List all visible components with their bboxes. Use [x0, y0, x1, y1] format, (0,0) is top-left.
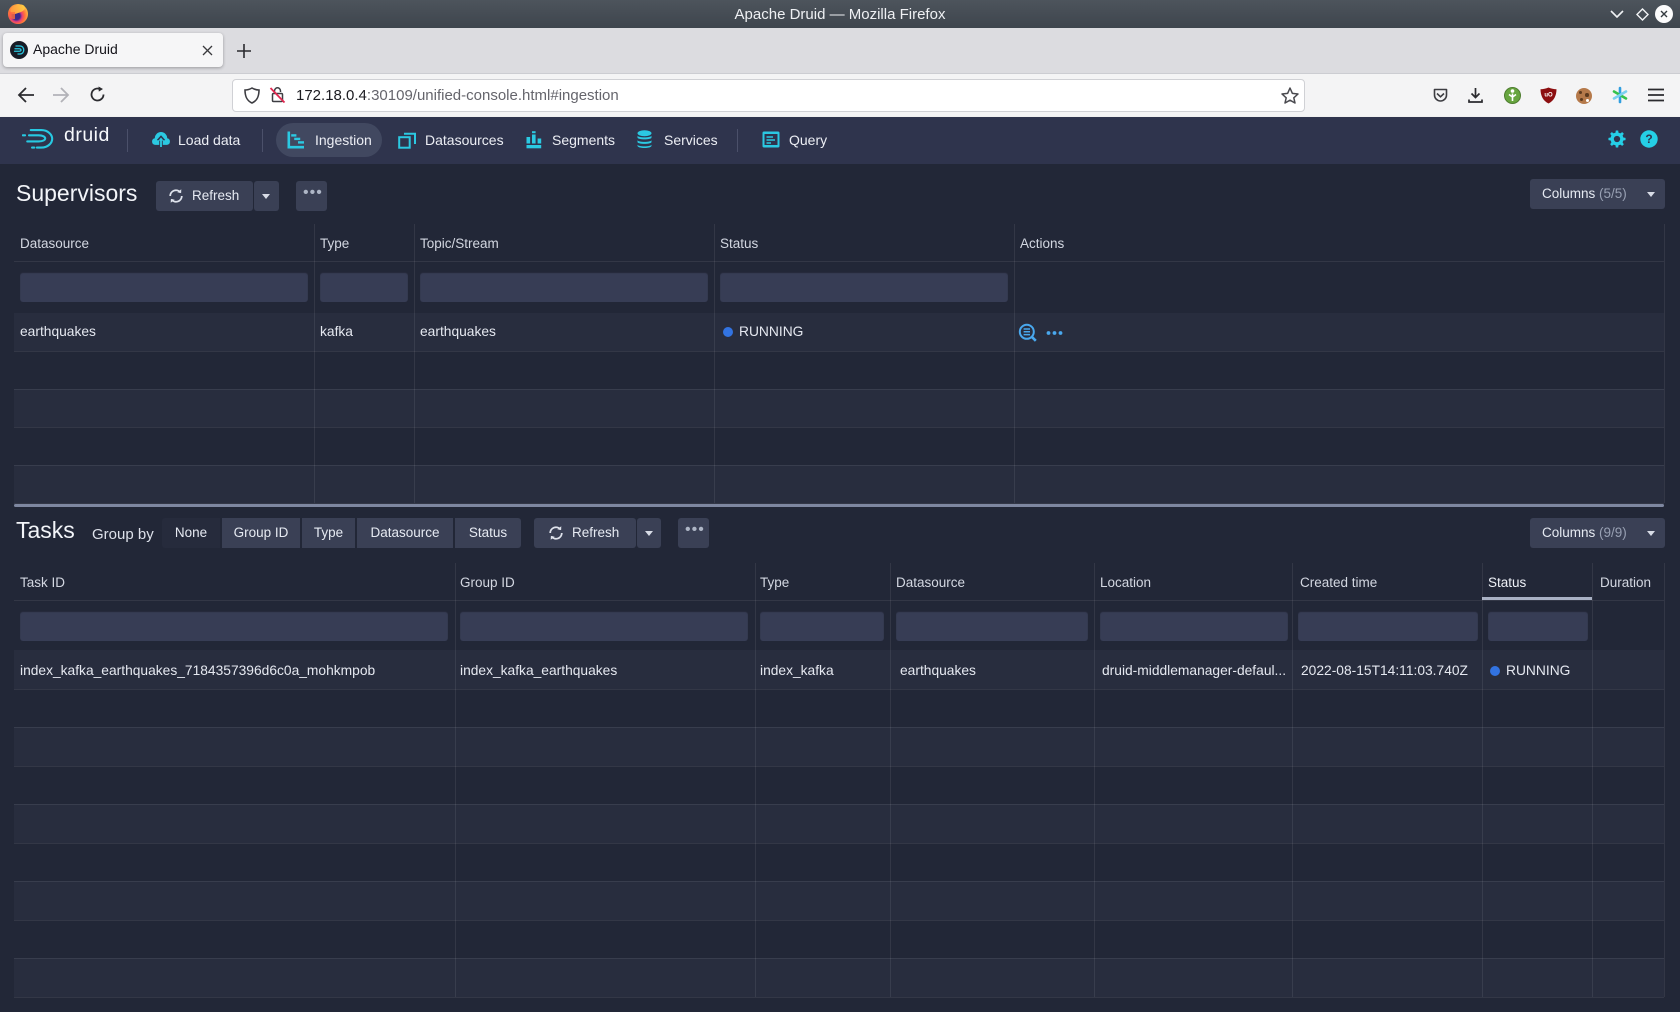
svg-text:?: ? — [1645, 132, 1652, 146]
svg-text:uO: uO — [1544, 93, 1553, 99]
